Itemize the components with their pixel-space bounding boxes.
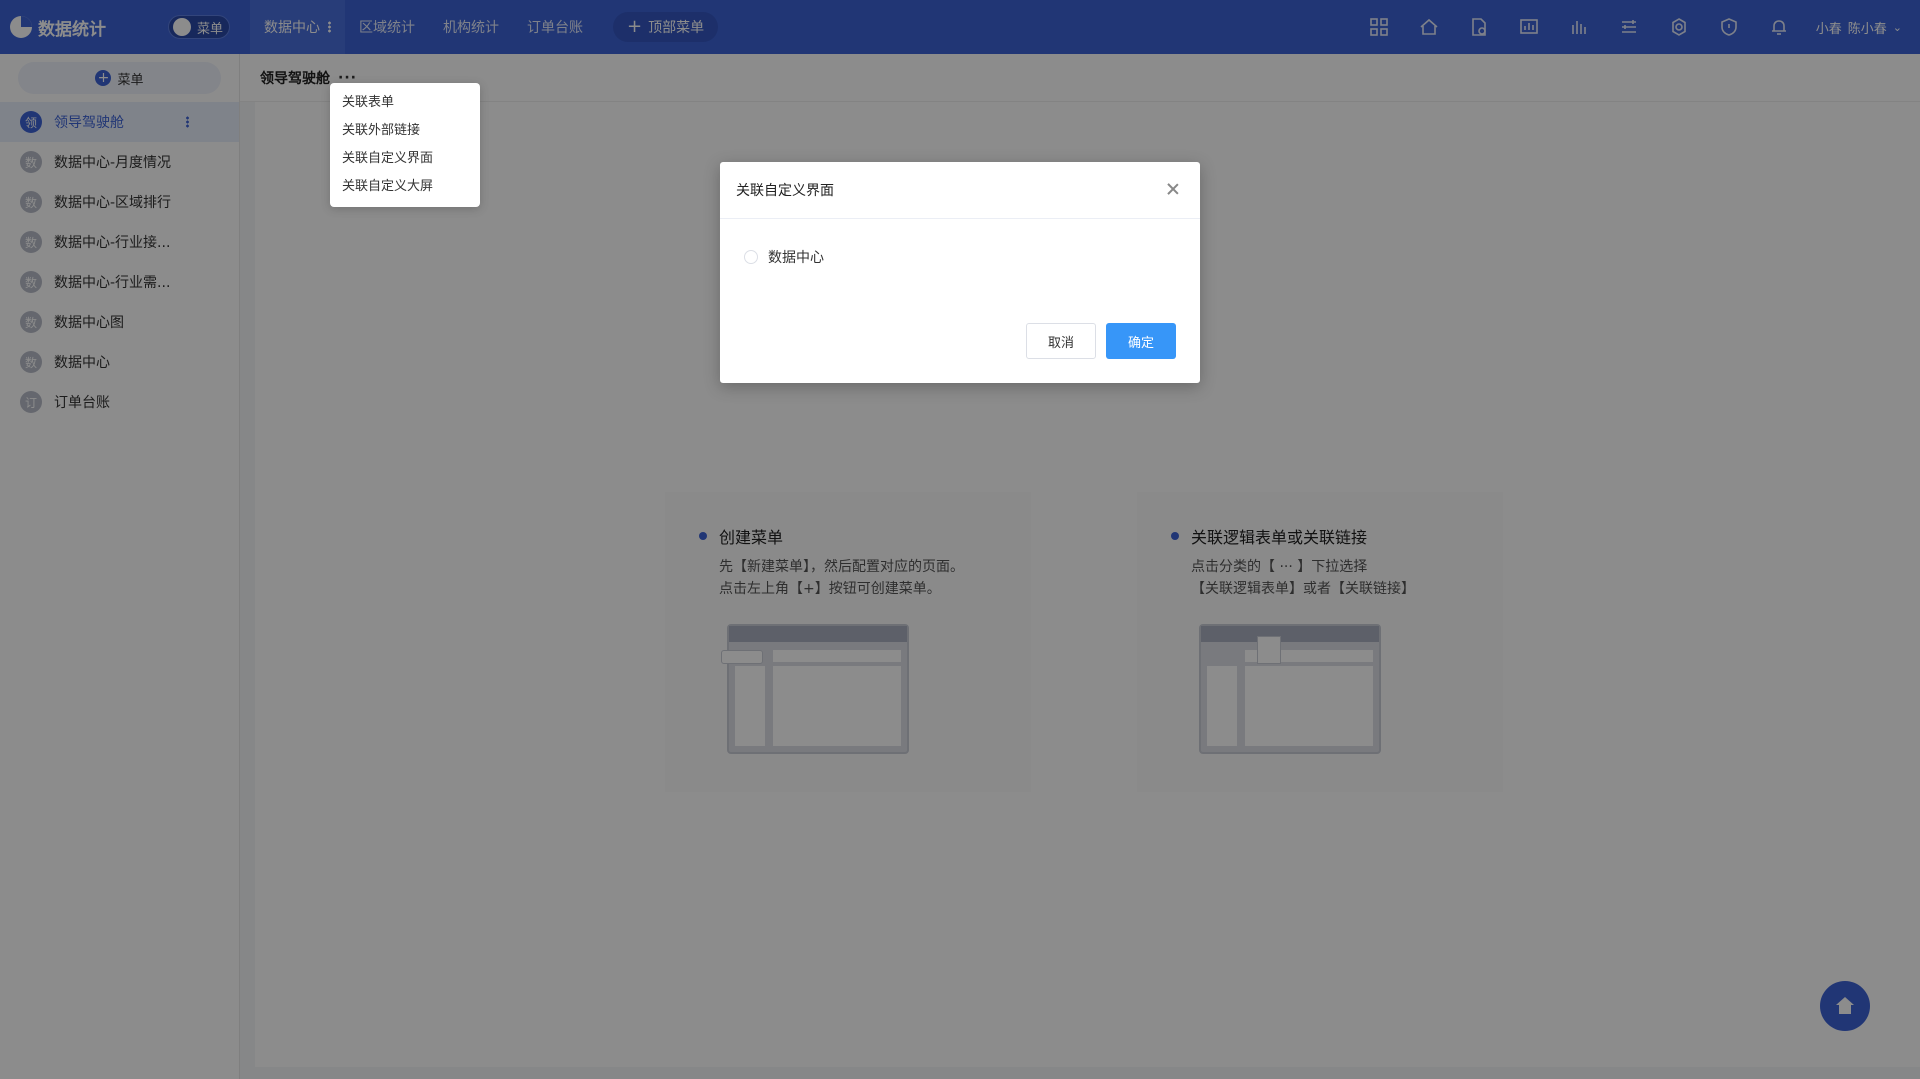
radio-button[interactable] — [744, 250, 758, 264]
dropdown-item-link-custom-page[interactable]: 关联自定义界面 — [330, 145, 480, 173]
dropdown-item-link-external[interactable]: 关联外部链接 — [330, 117, 480, 145]
link-options-dropdown: 关联表单 关联外部链接 关联自定义界面 关联自定义大屏 — [330, 83, 480, 207]
close-icon[interactable] — [1166, 182, 1180, 196]
confirm-button[interactable]: 确定 — [1106, 323, 1176, 359]
dialog-title: 关联自定义界面 — [736, 183, 834, 199]
dropdown-item-link-custom-screen[interactable]: 关联自定义大屏 — [330, 173, 480, 201]
cancel-button[interactable]: 取消 — [1026, 323, 1096, 359]
dialog-body: 数据中心 — [720, 219, 1200, 314]
radio-label: 数据中心 — [768, 250, 824, 266]
dialog-header: 关联自定义界面 — [720, 162, 1200, 219]
radio-option-data-center[interactable]: 数据中心 — [744, 247, 1200, 267]
dialog-footer: 取消 确定 — [1016, 323, 1176, 359]
link-custom-page-dialog: 关联自定义界面 数据中心 取消 确定 — [720, 162, 1200, 383]
dropdown-item-link-form[interactable]: 关联表单 — [330, 89, 480, 117]
